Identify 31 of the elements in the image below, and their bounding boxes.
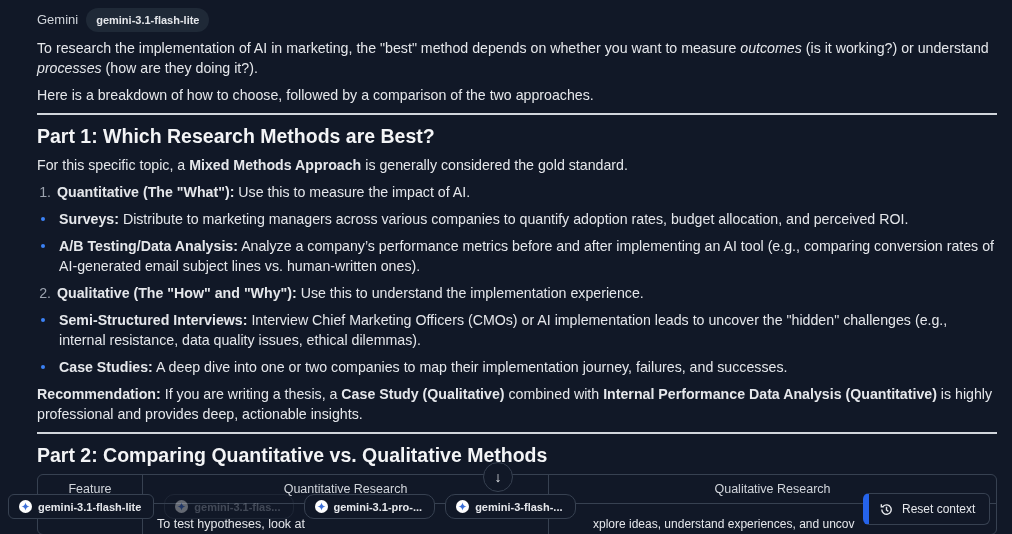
history-icon (879, 501, 894, 517)
sparkle-icon (456, 500, 470, 513)
list-number: 1. (38, 183, 51, 202)
model-badge: gemini-3.1-flash-lite (86, 8, 210, 32)
list-number: 2. (38, 284, 51, 303)
bullet-icon (41, 217, 45, 221)
model-chip[interactable]: gemini-3-flash-... (445, 494, 576, 519)
bullet-icon (41, 318, 45, 322)
scroll-down-button[interactable]: ↓ (483, 462, 513, 492)
sender-name: Gemini (37, 11, 79, 29)
table-cell: xplore ideas, understand experiences, and uncov (593, 517, 855, 531)
bullet-icon (41, 365, 45, 369)
list-item-text: Case Studies: A deep dive into one or two companies to map their implementation journey, failures, and successes. (59, 358, 789, 377)
list-item-text: Surveys: Distribute to marketing managers across various companies to quantify adoption rates, budget allocation, and perceived ROI. (59, 210, 910, 229)
paragraph: For this specific topic, a Mixed Methods Approach is generally considered the gold standard. (37, 156, 629, 175)
table-cell: To test hypotheses, look at (157, 517, 305, 531)
paragraph: To research the implementation of AI in marketing, the "best" method depends on whether you want to measure outcomes (is it working?) or understand processes (how are they doing it?). (37, 39, 990, 78)
sparkle-icon (19, 500, 32, 513)
sparkle-icon (314, 500, 328, 513)
list-item-text: Semi-Structured Interviews: Interview Chief Marketing Officers (CMOs) or AI implementation leads to uncover the "hidden" challenges (e.g., internal resistance, data quality issues, ethical dilemmas). (59, 311, 949, 350)
list-item-text: Qualitative (The "How" and "Why"): Use this to understand the implementation experience. (57, 284, 645, 303)
sparkle-icon (175, 500, 189, 513)
model-chip[interactable]: gemini-3.1-pro-... (303, 494, 436, 519)
list-item-text: Quantitative (The "What"): Use this to measure the impact of AI. (57, 183, 472, 202)
bullet-icon (41, 244, 45, 248)
paragraph: Recommendation: If you are writing a thesis, a Case Study (Qualitative) combined with Internal Performance Data Analysis (Quantitative) is highly professional and provides deep, actionable insights. (37, 385, 994, 424)
list-item-text: A/B Testing/Data Analysis: Analyze a company’s performance metrics before and after implementing an AI tool (e.g., comparing conversion rates of AI-generated email subject lines vs. human-written ones). (59, 237, 995, 276)
paragraph: Here is a breakdown of how to choose, followed by a comparison of the two approaches. (37, 86, 595, 105)
model-chip[interactable]: gemini-3.1-flash-lite (8, 494, 155, 519)
reset-context-button[interactable]: Reset context (863, 493, 991, 525)
section-heading: Part 1: Which Research Methods are Best? (37, 124, 435, 149)
